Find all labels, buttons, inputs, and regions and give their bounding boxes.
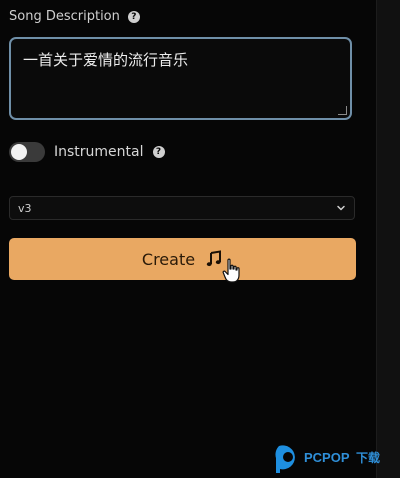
song-form-panel: Song Description ? Instrumental ? v3 Cre… — [0, 0, 400, 478]
instrumental-row: Instrumental ? — [9, 142, 165, 162]
pcpop-watermark-logo: PCPOP 下载 — [275, 445, 380, 473]
svg-text:PCPOP: PCPOP — [304, 450, 350, 465]
version-select-value: v3 — [18, 201, 32, 215]
create-button-label: Create — [141, 249, 196, 269]
create-button[interactable]: Create — [9, 238, 356, 280]
instrumental-toggle[interactable] — [9, 142, 45, 162]
resize-handle-icon[interactable] — [338, 106, 347, 115]
song-description-input[interactable] — [11, 39, 350, 118]
instrumental-label: Instrumental — [54, 144, 144, 160]
side-panel-edge — [376, 0, 400, 478]
help-icon[interactable]: ? — [127, 10, 140, 23]
svg-text:下载: 下载 — [356, 450, 380, 465]
song-description-label: Song Description — [9, 9, 120, 24]
chevron-down-icon — [337, 205, 345, 211]
song-description-field-wrapper — [9, 37, 352, 120]
hand-cursor-icon — [222, 258, 240, 283]
toggle-knob — [11, 144, 27, 160]
song-description-label-row: Song Description ? — [9, 9, 140, 24]
help-icon[interactable]: ? — [152, 146, 165, 158]
music-note-icon — [206, 250, 222, 267]
version-select[interactable]: v3 — [9, 196, 355, 220]
